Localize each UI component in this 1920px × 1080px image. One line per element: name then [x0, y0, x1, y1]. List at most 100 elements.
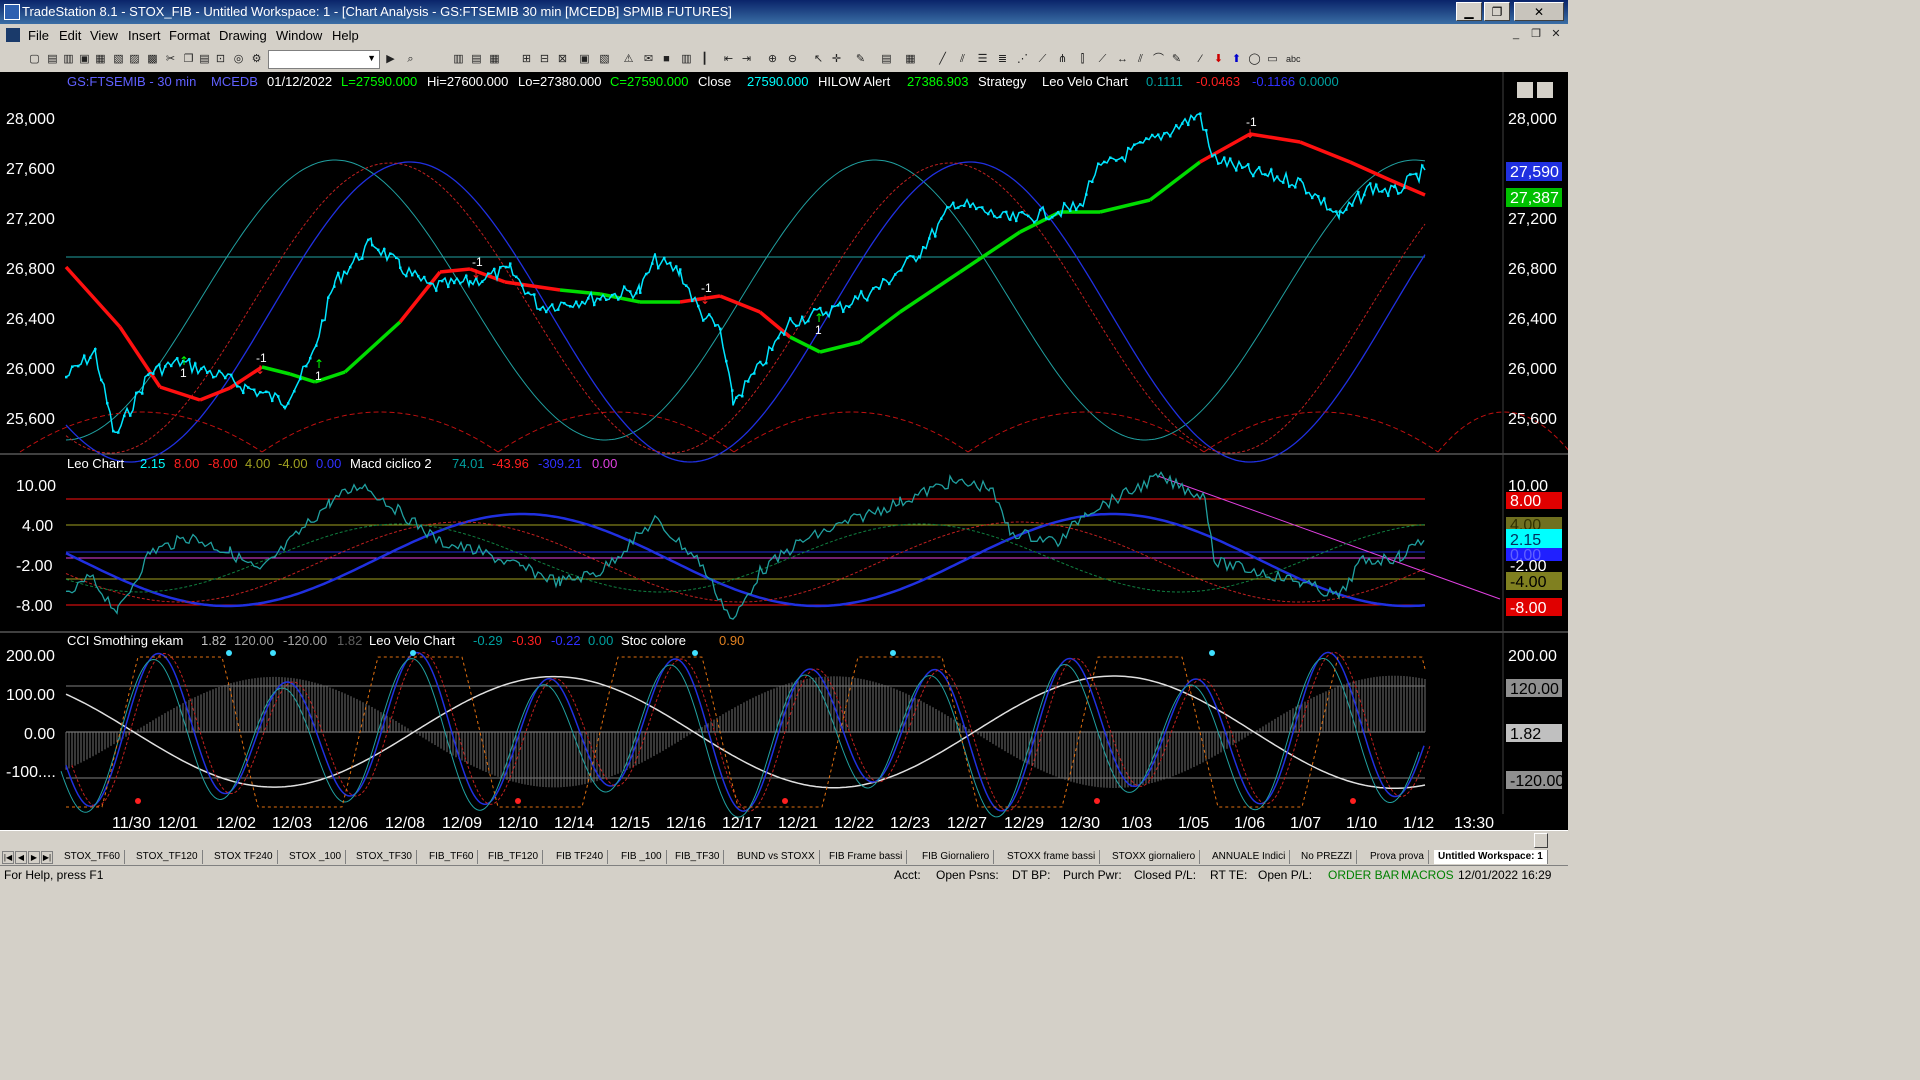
ellipse-icon[interactable]: ◯ [1248, 53, 1261, 66]
chevron-down-icon[interactable]: ▼ [367, 53, 376, 63]
horizontal-lines-icon[interactable]: ☰ [976, 53, 989, 66]
save-icon[interactable]: ▣ [78, 53, 91, 66]
freehand-icon[interactable]: ⁄ [1194, 53, 1207, 66]
tab-fib-tf240[interactable]: FIB TF240 [552, 850, 609, 864]
text-tool-icon[interactable]: abc [1286, 53, 1301, 66]
matrix-icon[interactable]: ▦ [488, 53, 501, 66]
drawing-tools-icon[interactable]: ✎ [854, 53, 867, 66]
tab-prev-button[interactable]: ◀ [15, 851, 27, 864]
pen-icon[interactable]: ✎ [1170, 53, 1183, 66]
play-icon[interactable]: ▶ [384, 53, 397, 66]
menu-help[interactable]: Help [332, 28, 359, 43]
tab-fib-frame-bassi[interactable]: FIB Frame bassi [825, 850, 908, 864]
menu-drawing[interactable]: Drawing [219, 28, 267, 43]
data-tips-icon[interactable]: ✛ [830, 53, 843, 66]
horizontal-scrollbar[interactable] [0, 830, 1568, 849]
tab-stox-tf60[interactable]: STOX_TF60 [60, 850, 125, 864]
chart-minimize-button[interactable] [1517, 82, 1533, 98]
tab-stoxx-giornaliero[interactable]: STOXX giornaliero [1108, 850, 1201, 864]
macros-button[interactable]: MACROS [1401, 868, 1454, 882]
tab-stoxx-frame-bassi[interactable]: STOXX frame bassi [1003, 850, 1101, 864]
lock-icon[interactable]: ⊡ [214, 53, 227, 66]
tab-stox-100[interactable]: STOX _100 [285, 850, 347, 864]
tab-stox-tf30[interactable]: STOX_TF30 [352, 850, 417, 864]
strategy-icon[interactable]: ⊟ [538, 53, 551, 66]
chart-window-icon[interactable] [6, 28, 20, 42]
tradestation-app-icon[interactable] [4, 4, 20, 20]
zoom-in-icon[interactable]: ⊕ [766, 53, 779, 66]
tab-untitled-workspace[interactable]: Untitled Workspace: 1 [1434, 850, 1548, 864]
indicator-icon[interactable]: ⊞ [520, 53, 533, 66]
menu-edit[interactable]: Edit [59, 28, 81, 43]
fib-retracement-icon[interactable]: ≣ [996, 53, 1009, 66]
open-workspace-icon[interactable]: ▥ [62, 53, 75, 66]
tab-stox-tf240[interactable]: STOX TF240 [210, 850, 278, 864]
cut-icon[interactable]: ✂ [164, 53, 177, 66]
open-icon[interactable]: ▤ [46, 53, 59, 66]
macro-icon[interactable]: ⚙ [250, 53, 263, 66]
rectangle-icon[interactable]: ▭ [1266, 53, 1279, 66]
symbol-combo[interactable]: ▼ [268, 50, 380, 69]
new-icon[interactable]: ▢ [28, 53, 41, 66]
cycle-lines-icon[interactable]: ⫿ [1076, 53, 1089, 66]
speed-lines-icon[interactable]: ⋰ [1016, 53, 1029, 66]
tab-stox-tf120[interactable]: STOX_TF120 [132, 850, 203, 864]
horizontal-line-icon[interactable]: ↔ [1116, 53, 1129, 66]
zoom-out-icon[interactable]: ⊖ [786, 53, 799, 66]
mdi-restore-button[interactable]: ❐ [1528, 27, 1544, 42]
trendline-icon[interactable]: ╱ [936, 53, 949, 66]
menu-insert[interactable]: Insert [128, 28, 161, 43]
chart-restore-button[interactable] [1537, 82, 1553, 98]
properties-icon[interactable]: ▤ [880, 53, 893, 66]
bar-style-icon[interactable]: ┃ [698, 53, 711, 66]
arc-icon[interactable]: ⌒ [1152, 53, 1165, 66]
menu-format[interactable]: Format [169, 28, 210, 43]
scroll-left-icon[interactable]: ⇤ [722, 53, 735, 66]
save-all-icon[interactable]: ▦ [94, 53, 107, 66]
chart-style-icon[interactable]: ▥ [680, 53, 693, 66]
chart-analysis-window[interactable]: 1 ↑ -1 ↓ 1 ↑ -1 ↓ -1 ↓ 1 ↑ -1 ↓ GS:FTSEMIB - 30 min M… [0, 72, 1568, 830]
order-bar-button[interactable]: ORDER BAR [1328, 868, 1399, 882]
close-button[interactable]: ✕ [1514, 2, 1564, 21]
chart-canvas[interactable]: 1↑ -1↓ 1↑-1↓-1↓1↑-1↓ GS:FTSEMIB - 30 min M… [0, 72, 1568, 830]
tab-last-button[interactable]: ▶| [41, 851, 53, 864]
tab-first-button[interactable]: |◀ [2, 851, 14, 864]
copy-icon[interactable]: ❐ [182, 53, 195, 66]
tab-fib-giornaliero[interactable]: FIB Giornaliero [918, 850, 995, 864]
andrews-icon[interactable]: ⋔ [1056, 53, 1069, 66]
bar-chart-icon[interactable]: ▥ [452, 53, 465, 66]
channel-icon[interactable]: ⫽ [956, 53, 969, 66]
tab-fib-100[interactable]: FIB _100 [617, 850, 667, 864]
arrow-up-icon[interactable]: ⬆ [1230, 53, 1243, 66]
alert-icon[interactable]: ⚠ [622, 53, 635, 66]
menu-window[interactable]: Window [276, 28, 322, 43]
tab-fib-tf30[interactable]: FIB_TF30 [671, 850, 725, 864]
print-icon[interactable]: ▨ [128, 53, 141, 66]
mdi-minimize-button[interactable]: _ [1508, 27, 1524, 42]
tab-annuale-indici[interactable]: ANNUALE Indici [1208, 850, 1291, 864]
maximize-button[interactable]: ❐ [1484, 2, 1510, 21]
menu-file[interactable]: File [28, 28, 49, 43]
grid-icon[interactable]: ▦ [904, 53, 917, 66]
regression-icon[interactable]: ⟋ [1096, 53, 1109, 66]
parallel-lines-icon[interactable]: ⫽ [1134, 53, 1147, 66]
news-icon[interactable]: ✉ [642, 53, 655, 66]
tab-prova-prova[interactable]: Prova prova [1366, 850, 1429, 864]
menu-view[interactable]: View [90, 28, 118, 43]
tab-bund-vs-stoxx[interactable]: BUND vs STOXX [733, 850, 820, 864]
print-setup-icon[interactable]: ▩ [146, 53, 159, 66]
layout-icon[interactable]: ▧ [598, 53, 611, 66]
page-chart-icon[interactable]: ▤ [470, 53, 483, 66]
paste-icon[interactable]: ▤ [198, 53, 211, 66]
arrow-down-icon[interactable]: ⬇ [1212, 53, 1225, 66]
gann-fan-icon[interactable]: ⟋ [1036, 53, 1049, 66]
tab-no-prezzi[interactable]: No PREZZI [1297, 850, 1358, 864]
symbol-lookup-icon[interactable]: ⌕ [404, 53, 417, 66]
radar-icon[interactable]: ◎ [232, 53, 245, 66]
pointer-icon[interactable]: ↖ [812, 53, 825, 66]
minimize-button[interactable]: ▁ [1456, 2, 1482, 21]
window-icon[interactable]: ▣ [578, 53, 591, 66]
scroll-right-icon[interactable]: ⇥ [740, 53, 753, 66]
tab-fib-tf60[interactable]: FIB_TF60 [425, 850, 479, 864]
format-icon[interactable]: ⊠ [556, 53, 569, 66]
